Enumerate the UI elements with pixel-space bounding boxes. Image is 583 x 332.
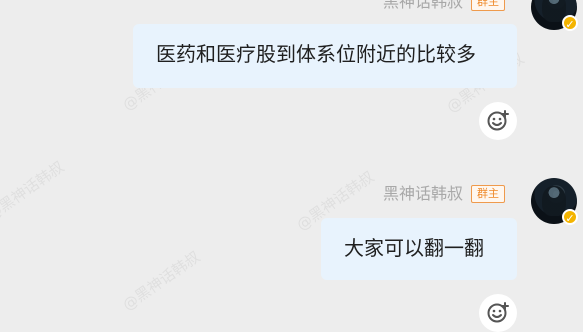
message-bubble[interactable]: 医药和医疗股到体系位附近的比较多: [133, 24, 517, 88]
verified-badge-icon: ✓: [562, 209, 578, 225]
role-badge: 群主: [471, 185, 505, 203]
sender-row: 黑神话韩叔 群主: [383, 0, 505, 12]
avatar[interactable]: ✓: [531, 178, 578, 225]
watermark: @黑神话韩叔: [119, 247, 204, 315]
add-reaction-button[interactable]: [479, 102, 517, 140]
watermark: @黑神话韩叔: [0, 157, 68, 225]
sender-name: 黑神话韩叔: [382, 0, 463, 11]
add-reaction-button[interactable]: [479, 294, 517, 332]
message-text: 医药和医疗股到体系位附近的比较多: [156, 42, 476, 66]
message-bubble[interactable]: 大家可以翻一翻: [321, 218, 517, 280]
message-text: 大家可以翻一翻: [344, 236, 484, 260]
emoji-add-icon: [487, 110, 509, 131]
verified-badge-icon: ✓: [562, 15, 578, 31]
avatar[interactable]: ✓: [531, 0, 578, 31]
emoji-add-icon: [487, 302, 509, 323]
sender-name: 黑神话韩叔: [382, 184, 463, 203]
role-badge: 群主: [471, 0, 505, 11]
sender-row: 黑神话韩叔 群主: [383, 184, 505, 204]
